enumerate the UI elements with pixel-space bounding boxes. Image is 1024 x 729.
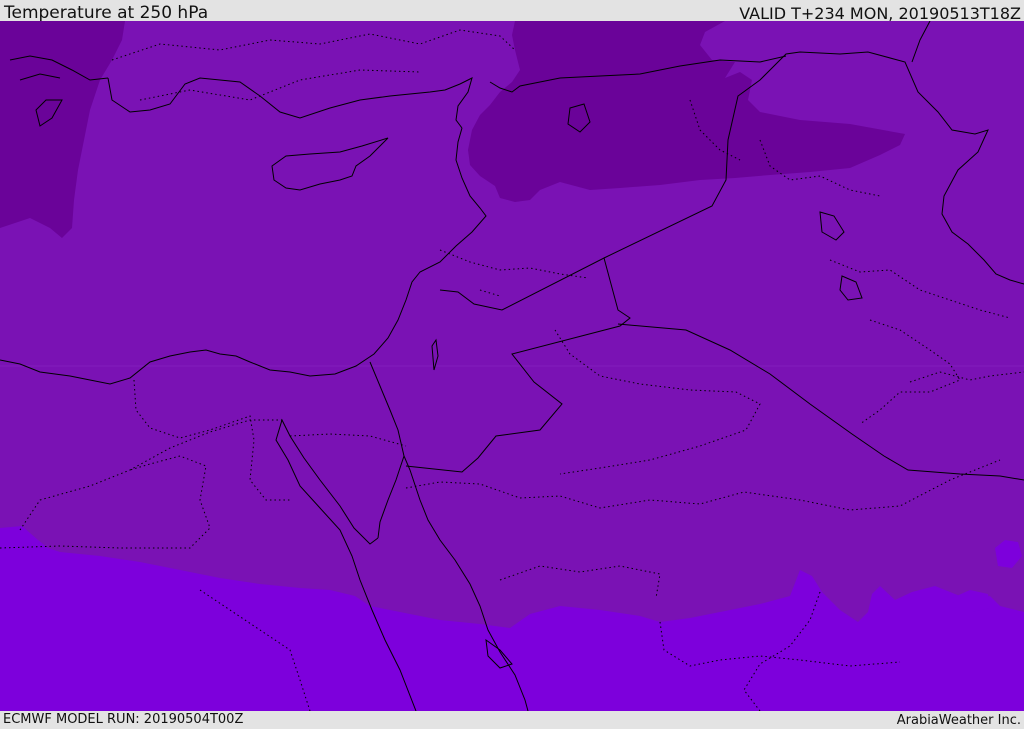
header-bar: Temperature at 250 hPa VALID T+234 MON, … xyxy=(0,0,1024,23)
credit-label: ArabiaWeather Inc. xyxy=(896,713,1021,728)
map-title: Temperature at 250 hPa xyxy=(4,3,209,23)
model-run-label: ECMWF MODEL RUN: 20190504T00Z xyxy=(3,712,244,727)
footer-bar: ECMWF MODEL RUN: 20190504T00Z ArabiaWeat… xyxy=(0,711,1024,729)
temperature-map xyxy=(0,21,1024,711)
